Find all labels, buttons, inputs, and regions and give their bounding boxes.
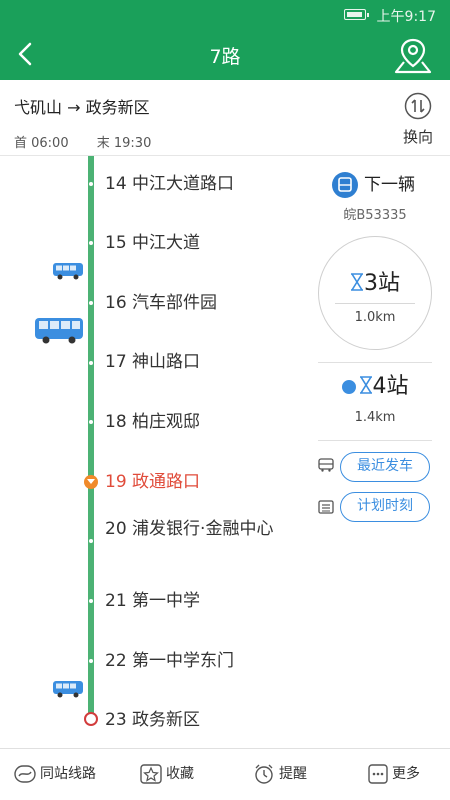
- route-swap-icon: [14, 765, 36, 783]
- list-icon: [318, 500, 334, 514]
- tab-label: 更多: [392, 766, 420, 782]
- first-bus-time: 首 06:00: [14, 136, 69, 151]
- last-bus-time: 末 19:30: [96, 136, 152, 151]
- next-bus-eta-circle[interactable]: 3站 1.0km: [318, 236, 432, 350]
- top-bar: 7路: [0, 28, 450, 80]
- station-item[interactable]: 23 政务新区: [105, 708, 280, 732]
- station-item[interactable]: 16 汽车部件园: [105, 291, 280, 315]
- station-item-current[interactable]: 19 政通路口: [105, 470, 280, 494]
- alarm-clock-icon: [255, 764, 273, 784]
- status-bar: 上午9:17: [0, 0, 450, 28]
- station-item[interactable]: 18 柏庄观邸: [105, 410, 280, 434]
- station-item[interactable]: 21 第一中学: [105, 589, 280, 613]
- station-dot: [89, 420, 93, 424]
- terminal-station-marker: [84, 712, 98, 726]
- status-time: 上午9:17: [376, 9, 436, 25]
- station-item[interactable]: 22 第一中学东门: [105, 649, 280, 673]
- station-item[interactable]: 17 神山路口: [105, 350, 280, 374]
- station-dot: [89, 539, 93, 543]
- tab-same-station-lines[interactable]: 同站线路: [14, 763, 96, 787]
- station-dot: [89, 182, 93, 186]
- tab-label: 同站线路: [40, 766, 96, 782]
- station-list: 14 中江大道路口 15 中江大道 16 汽车部件园 17 神山路口 18 柏庄…: [0, 156, 300, 748]
- station-item[interactable]: 15 中江大道: [105, 231, 280, 255]
- next-bus-distance: 1.0km: [354, 310, 396, 325]
- bus-outline-icon: [318, 458, 334, 472]
- tab-remind[interactable]: 提醒: [253, 763, 307, 787]
- latest-departure-button[interactable]: 最近发车: [340, 452, 430, 482]
- current-station-marker: [84, 475, 98, 489]
- next-bus-heading: 下一辆: [332, 170, 415, 198]
- more-dots-icon: [368, 764, 388, 784]
- service-hours: 首 06:00 末 19:30: [14, 132, 175, 151]
- bus-icon[interactable]: [52, 680, 84, 698]
- route-header: 弋矶山 → 政务新区 首 06:00 末 19:30 换向: [0, 80, 450, 156]
- tab-label: 收藏: [166, 766, 194, 782]
- tab-favorite[interactable]: 收藏: [140, 763, 194, 787]
- swap-direction-button[interactable]: 换向: [398, 92, 438, 147]
- map-location-icon[interactable]: [392, 34, 434, 76]
- second-bus-stops: 4站: [372, 374, 409, 399]
- second-bus-dot-icon: [341, 380, 356, 394]
- swap-arrows-icon: [404, 92, 432, 120]
- next-bus-title: 下一辆: [364, 175, 415, 195]
- station-item[interactable]: 20 浦发银行·金融中心: [105, 517, 280, 541]
- plate-number: 皖B53335: [343, 208, 407, 223]
- star-icon: [140, 764, 162, 784]
- route-direction: 弋矶山 → 政务新区: [14, 98, 150, 117]
- hourglass-icon: [351, 273, 363, 291]
- next-bus-stops: 3站: [364, 271, 400, 296]
- station-item[interactable]: 14 中江大道路口: [105, 172, 280, 196]
- battery-icon: [344, 9, 369, 20]
- hourglass-icon: [359, 376, 372, 394]
- station-dot: [89, 241, 93, 245]
- second-bus-distance: 1.4km: [354, 410, 396, 425]
- schedule-button[interactable]: 计划时刻: [340, 492, 430, 522]
- station-dot: [89, 599, 93, 603]
- tab-label: 提醒: [279, 766, 307, 782]
- swap-label: 换向: [402, 128, 433, 146]
- bus-icon[interactable]: [34, 317, 84, 345]
- station-dot: [89, 361, 93, 365]
- page-title: 7路: [209, 46, 241, 68]
- divider: [318, 362, 432, 363]
- bottom-tab-bar: 同站线路 收藏 提醒 更多: [0, 748, 450, 800]
- second-bus-eta[interactable]: 4站: [300, 368, 450, 400]
- station-dot: [89, 301, 93, 305]
- arrival-panel: 下一辆 皖B53335 3站 1.0km 4站 1.4km 最近发车 计划时刻: [300, 156, 450, 748]
- divider: [335, 303, 415, 304]
- bus-badge-icon: [332, 172, 358, 198]
- divider: [318, 440, 432, 441]
- bus-icon[interactable]: [52, 262, 84, 280]
- tab-more[interactable]: 更多: [368, 763, 420, 787]
- station-dot: [89, 659, 93, 663]
